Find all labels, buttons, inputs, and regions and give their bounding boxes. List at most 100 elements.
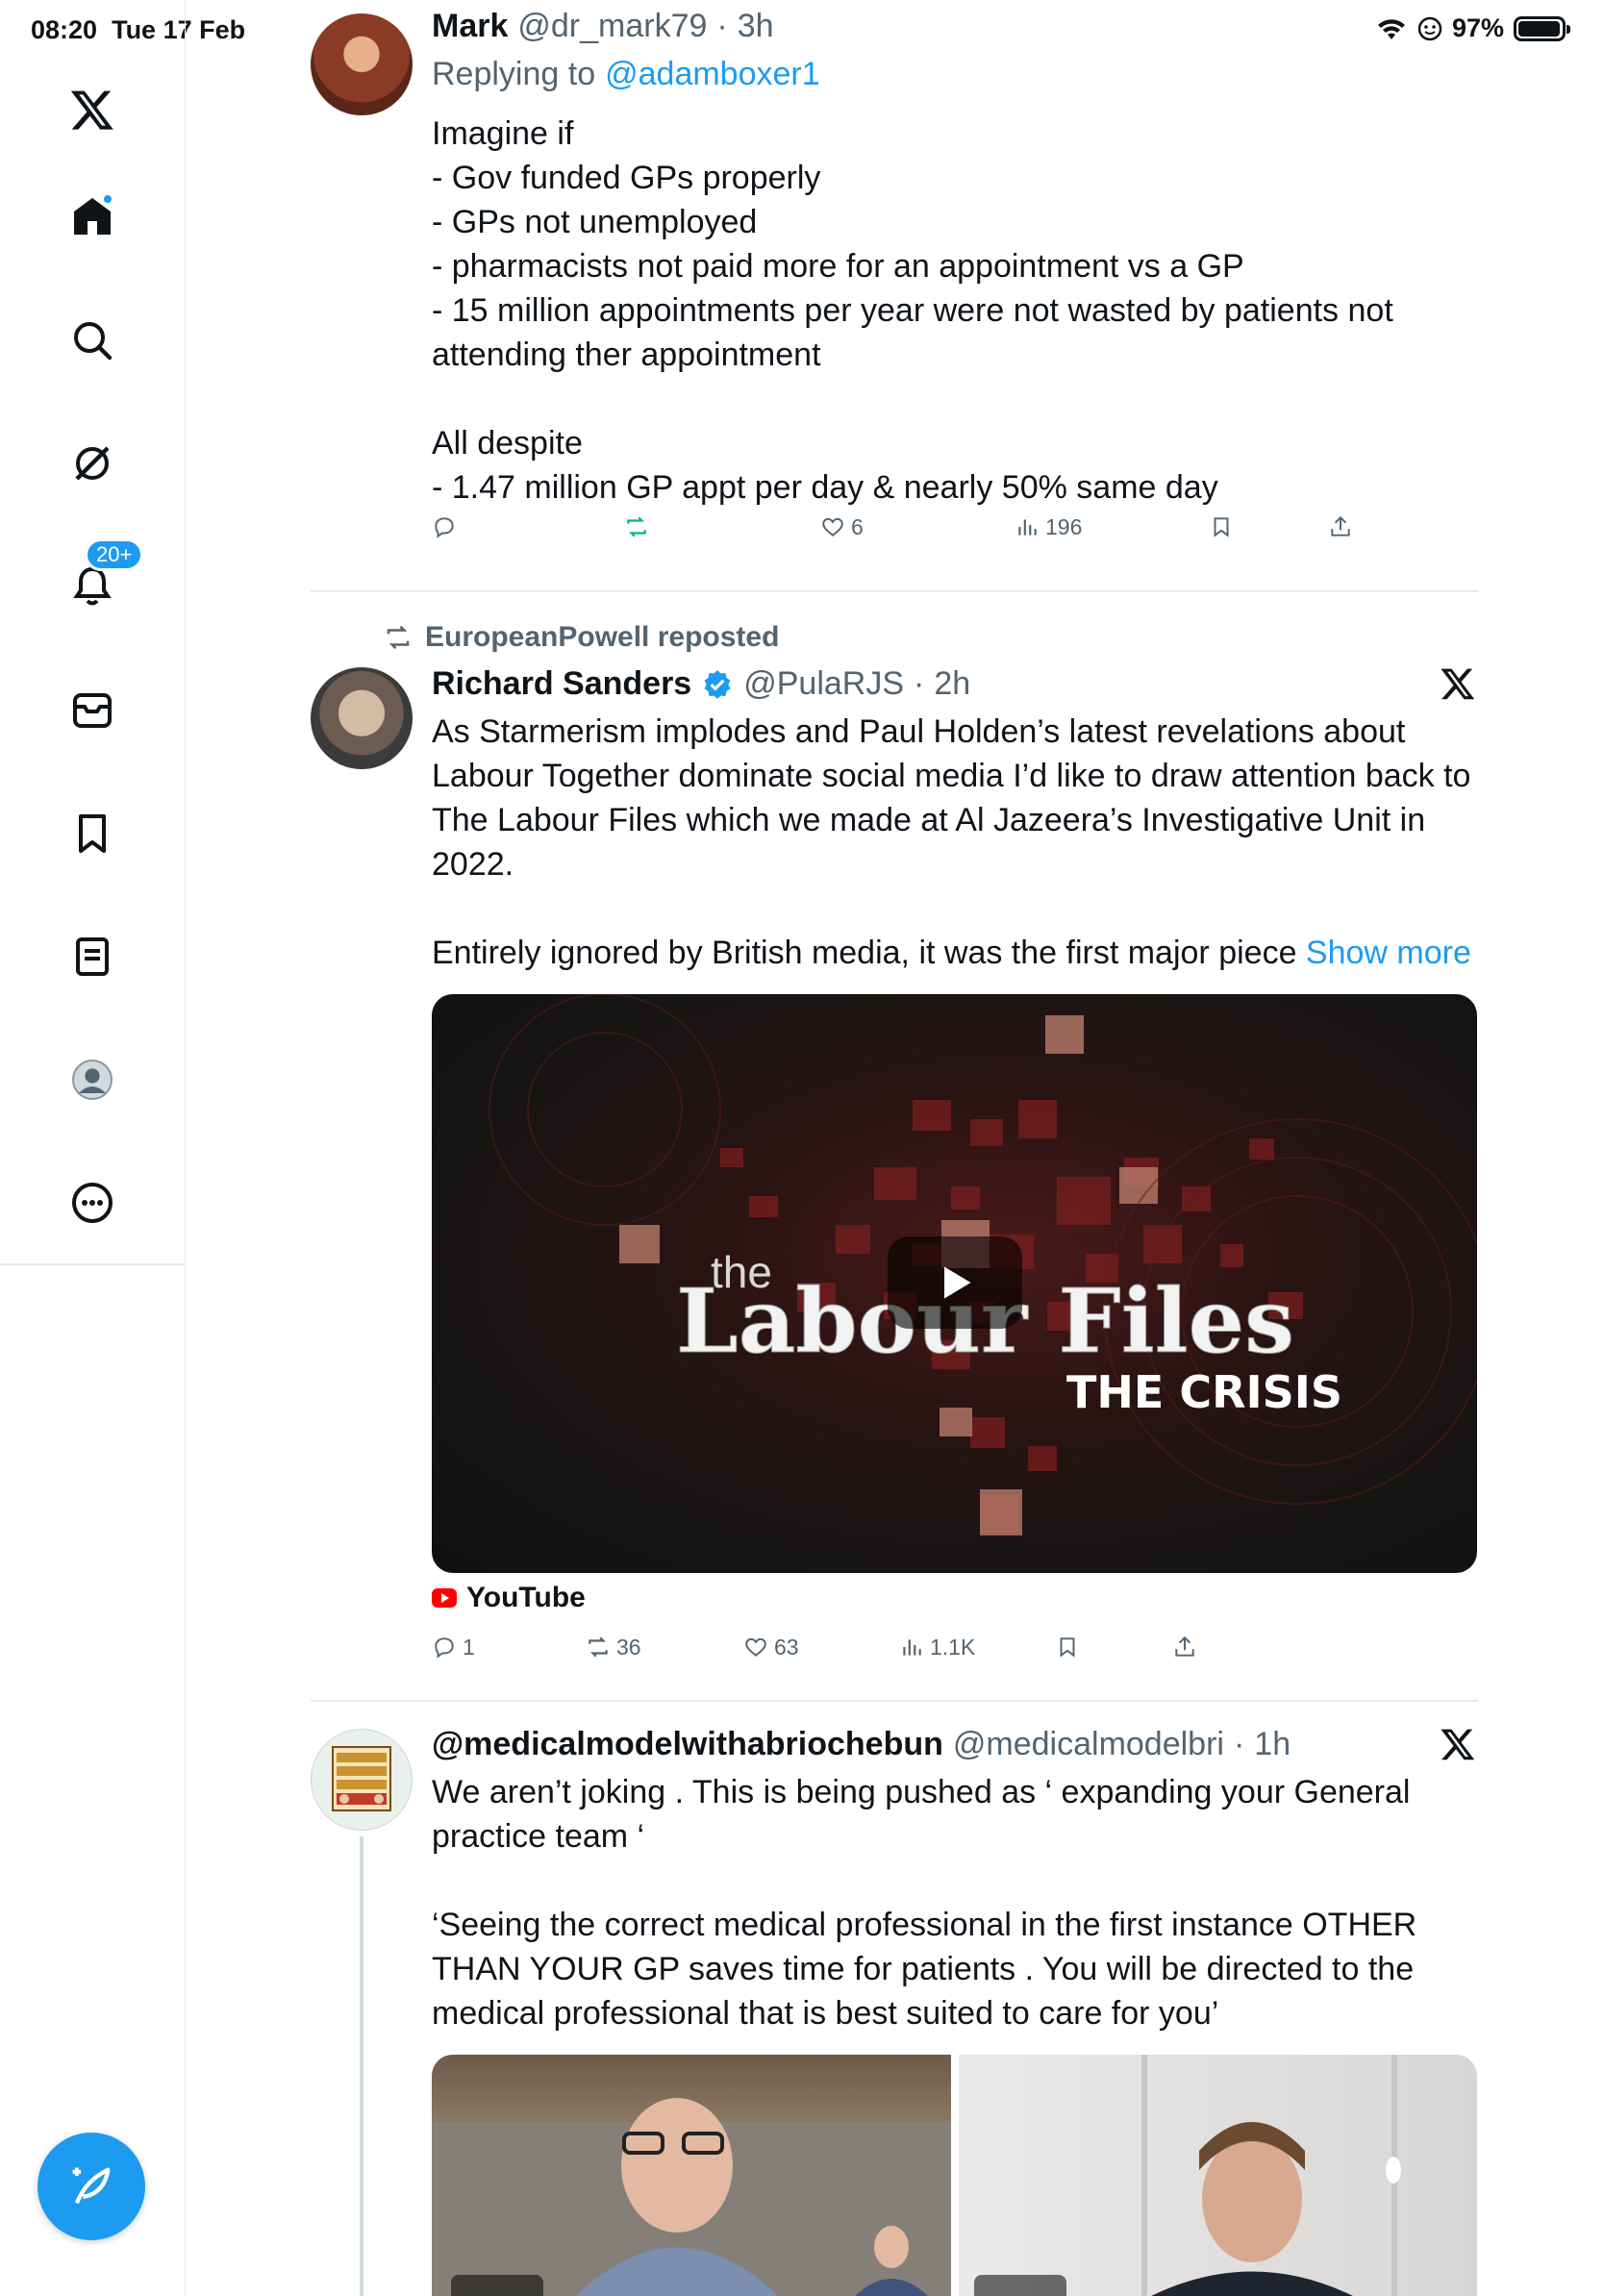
messages-icon[interactable] xyxy=(62,680,123,741)
repost-button[interactable] xyxy=(624,514,649,539)
x-logo-icon xyxy=(1440,665,1476,702)
bookmark-icon xyxy=(1214,517,1229,537)
more-icon[interactable] xyxy=(62,1172,123,1234)
notifications-icon[interactable]: 20+ xyxy=(62,538,144,617)
avatar-logo-graphic xyxy=(332,1746,391,1811)
tweet-header: Richard Sanders @PulaRJS · 2h xyxy=(432,665,970,703)
tweet-time: 1h xyxy=(1254,1726,1291,1762)
avatar[interactable] xyxy=(311,1729,413,1831)
video-duration-badge xyxy=(973,2275,1066,2296)
bookmark-button[interactable] xyxy=(1209,514,1234,539)
repost-button[interactable]: 36 xyxy=(586,1635,641,1660)
video-subtitle: THE CRISIS xyxy=(1066,1366,1342,1418)
compose-button[interactable] xyxy=(38,2133,145,2240)
wifi-icon xyxy=(1377,18,1405,39)
heart-icon xyxy=(745,1637,766,1657)
views-icon xyxy=(903,1639,921,1656)
repost-indicator: EuropeanPowell reposted xyxy=(381,621,779,654)
verified-badge-icon xyxy=(704,669,731,699)
x-logo-icon xyxy=(1440,1726,1476,1762)
avatar[interactable] xyxy=(311,667,413,769)
views-icon xyxy=(1018,519,1037,536)
reply-button[interactable]: 1 xyxy=(432,1635,475,1660)
like-button[interactable]: 6 xyxy=(820,514,864,540)
bookmarks-icon[interactable] xyxy=(62,803,123,864)
tweet-divider xyxy=(311,590,1478,592)
repost-icon xyxy=(627,516,646,537)
tweet-header: Mark @dr_mark79 · 3h xyxy=(432,8,774,45)
tweet-text: Imagine if - Gov funded GPs properly - G… xyxy=(432,115,1393,506)
replying-line: Replying to @adamboxer1 xyxy=(432,56,820,93)
views-count: 196 xyxy=(1045,513,1083,539)
grok-icon[interactable] xyxy=(62,433,123,494)
status-indicators: 97% xyxy=(1375,13,1570,43)
media-grid xyxy=(432,2055,1477,2296)
bookmark-button[interactable] xyxy=(1055,1635,1080,1660)
author-handle[interactable]: @medicalmodelbri xyxy=(953,1726,1224,1763)
reply-count: 1 xyxy=(463,1634,475,1660)
views-button[interactable]: 1.1K xyxy=(899,1635,975,1660)
tweet-text: We aren’t joking . This is being pushed … xyxy=(432,1774,1417,2032)
share-icon xyxy=(1175,1635,1194,1657)
bookmark-icon xyxy=(1060,1637,1075,1658)
share-icon xyxy=(1331,515,1350,537)
video-duration-badge xyxy=(451,2275,543,2296)
dot-separator: · xyxy=(914,665,925,702)
link-source-name: YouTube xyxy=(466,1582,586,1613)
avatar[interactable] xyxy=(311,13,413,115)
video-frame-graphic xyxy=(1140,2055,1401,2296)
views-button[interactable]: 196 xyxy=(1015,514,1082,540)
like-count: 6 xyxy=(851,513,864,539)
search-icon[interactable] xyxy=(62,310,123,371)
author-name[interactable]: @medicalmodelwithabriochebun xyxy=(432,1726,943,1763)
tweet-text: As Starmerism implodes and Paul Holden’s… xyxy=(432,710,1478,975)
youtube-icon xyxy=(432,1588,457,1608)
video-frame-graphic xyxy=(432,2098,951,2296)
dot-separator: · xyxy=(716,8,728,44)
share-button[interactable] xyxy=(1328,514,1353,539)
reply-icon xyxy=(435,1637,454,1659)
tweet-divider xyxy=(311,1700,1478,1702)
profile-icon[interactable] xyxy=(62,1049,123,1111)
battery-percent: 97% xyxy=(1451,13,1504,42)
show-more-link[interactable]: Show more xyxy=(1306,935,1471,971)
author-handle[interactable]: @PulaRJS xyxy=(743,665,904,703)
reply-icon xyxy=(435,517,454,538)
x-logo-icon[interactable] xyxy=(62,79,123,140)
play-icon xyxy=(944,1266,971,1299)
video-thumbnail[interactable] xyxy=(958,2055,1477,2296)
video-card[interactable]: the Labour Files THE CRISIS xyxy=(432,994,1477,1573)
repost-small-icon xyxy=(387,625,410,650)
repost-icon xyxy=(589,1636,608,1658)
notification-badge: 20+ xyxy=(85,538,144,571)
video-thumbnail[interactable] xyxy=(432,2055,951,2296)
repost-count: 36 xyxy=(616,1634,641,1660)
share-button[interactable] xyxy=(1172,1635,1197,1660)
home-icon[interactable] xyxy=(62,186,123,247)
dot-separator: · xyxy=(1233,1726,1245,1762)
tweet-header: @medicalmodelwithabriochebun @medicalmod… xyxy=(432,1726,1291,1763)
link-source[interactable]: YouTube xyxy=(432,1582,586,1614)
tweet-time: 3h xyxy=(737,8,774,44)
author-name[interactable]: Richard Sanders xyxy=(432,665,691,703)
tweet-body: As Starmerism implodes and Paul Holden’s… xyxy=(432,713,1471,971)
like-button[interactable]: 63 xyxy=(743,1635,799,1660)
author-handle[interactable]: @dr_mark79 xyxy=(517,8,707,45)
unread-dot xyxy=(102,193,113,205)
views-count: 1.1K xyxy=(930,1634,976,1660)
replying-prefix: Replying to xyxy=(432,56,596,92)
battery-icon xyxy=(1514,15,1570,41)
reply-button[interactable] xyxy=(432,514,457,539)
thread-line xyxy=(360,1836,363,2296)
reply-mention-link[interactable]: @adamboxer1 xyxy=(605,56,820,93)
heart-icon xyxy=(822,517,843,537)
repost-label[interactable]: EuropeanPowell reposted xyxy=(425,621,779,654)
rail-divider xyxy=(0,1263,186,1265)
focus-icon xyxy=(1417,16,1442,40)
author-name[interactable]: Mark xyxy=(432,8,508,45)
play-button[interactable] xyxy=(888,1236,1022,1329)
like-count: 63 xyxy=(774,1634,799,1660)
compose-feather-icon xyxy=(72,2167,111,2205)
tweet-time: 2h xyxy=(934,665,971,702)
lists-icon[interactable] xyxy=(62,926,123,987)
